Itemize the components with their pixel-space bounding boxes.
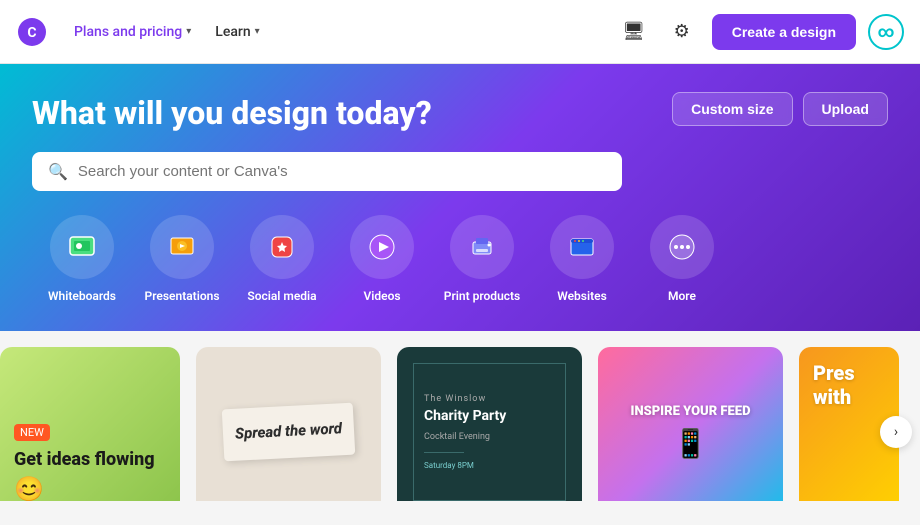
logo[interactable]: C [16,16,48,48]
chevron-right-icon: › [894,424,898,440]
search-input[interactable] [78,163,606,180]
card-winslow-event: Charity Party [424,408,555,424]
monitor-button[interactable]: 🖥 [616,14,652,50]
monitor-icon: 🖥 [622,21,645,42]
card-inspire-title: INSPIRE YOUR FEED [631,404,751,421]
search-bar: 🔍 [32,152,622,191]
header-right: 🖥 ⚙ Create a design ∞ [616,14,904,50]
print-products-icon [450,215,514,279]
card-winslow-details: Cocktail Evening [424,432,555,442]
upload-button[interactable]: Upload [803,92,888,126]
more-label: More [668,289,696,303]
category-presentations[interactable]: Presentations [132,215,232,303]
infinity-symbol: ∞ [878,22,895,41]
category-websites[interactable]: Websites [532,215,632,303]
card-spread[interactable]: Spread the word [196,347,381,501]
presentations-icon [150,215,214,279]
learn-label: Learn [215,24,250,40]
social-media-icon [250,215,314,279]
card-inspire-emoji: 📱 [631,427,751,460]
presentations-label: Presentations [145,289,220,303]
websites-label: Websites [557,289,607,303]
header: C Plans and pricing ▾ Learn ▾ 🖥 ⚙ Create… [0,0,920,64]
gear-icon: ⚙ [674,21,690,42]
plans-pricing-label: Plans and pricing [74,24,182,40]
whiteboards-icon [50,215,114,279]
learn-nav[interactable]: Learn ▾ [205,18,269,46]
card-ideas-title: Get ideas flowing [14,449,166,471]
card-ideas-emoji: 😊 [14,475,166,501]
whiteboards-label: Whiteboards [48,289,116,303]
category-whiteboards[interactable]: Whiteboards [32,215,132,303]
hero-buttons: Custom size Upload [672,92,888,126]
custom-size-button[interactable]: Custom size [672,92,792,126]
scroll-right-button[interactable]: › [880,416,912,448]
print-products-label: Print products [444,289,520,303]
category-videos[interactable]: Videos [332,215,432,303]
card-winslow[interactable]: The Winslow Charity Party Cocktail Eveni… [397,347,582,501]
cards-section: NEW Get ideas flowing 😊 Spread the word … [0,331,920,517]
card-inspire-content: INSPIRE YOUR FEED 📱 [631,404,751,460]
card-winslow-divider [424,452,464,453]
videos-icon [350,215,414,279]
card-winslow-date: Saturday 8PM [424,461,555,470]
category-print-products[interactable]: Print products [432,215,532,303]
hero-title: What will you design today? [32,94,532,132]
card-badge: NEW [14,424,50,441]
card-winslow-inner: The Winslow Charity Party Cocktail Eveni… [413,363,566,501]
card-pres-text: Preswith [813,361,855,409]
category-social-media[interactable]: Social media [232,215,332,303]
categories-row: Whiteboards Presentations Social media [32,215,888,303]
template-cards: NEW Get ideas flowing 😊 Spread the word … [0,331,920,501]
card-inspire[interactable]: INSPIRE YOUR FEED 📱 [598,347,783,501]
settings-button[interactable]: ⚙ [664,14,700,50]
main-nav: Plans and pricing ▾ Learn ▾ [64,18,270,46]
websites-icon [550,215,614,279]
category-more[interactable]: More [632,215,732,303]
more-icon [650,215,714,279]
social-media-label: Social media [247,289,316,303]
card-spread-title: Spread the word [235,419,343,444]
search-icon: 🔍 [48,162,68,181]
learn-chevron-icon: ▾ [255,26,260,37]
plans-pricing-chevron-icon: ▾ [186,26,191,37]
create-design-button[interactable]: Create a design [712,14,856,50]
card-ideas[interactable]: NEW Get ideas flowing 😊 [0,347,180,501]
plans-pricing-nav[interactable]: Plans and pricing ▾ [64,18,201,46]
card-winslow-the: The Winslow [424,394,555,404]
videos-label: Videos [363,289,400,303]
account-avatar[interactable]: ∞ [868,14,904,50]
hero-section: What will you design today? Custom size … [0,64,920,331]
svg-text:C: C [27,25,36,41]
